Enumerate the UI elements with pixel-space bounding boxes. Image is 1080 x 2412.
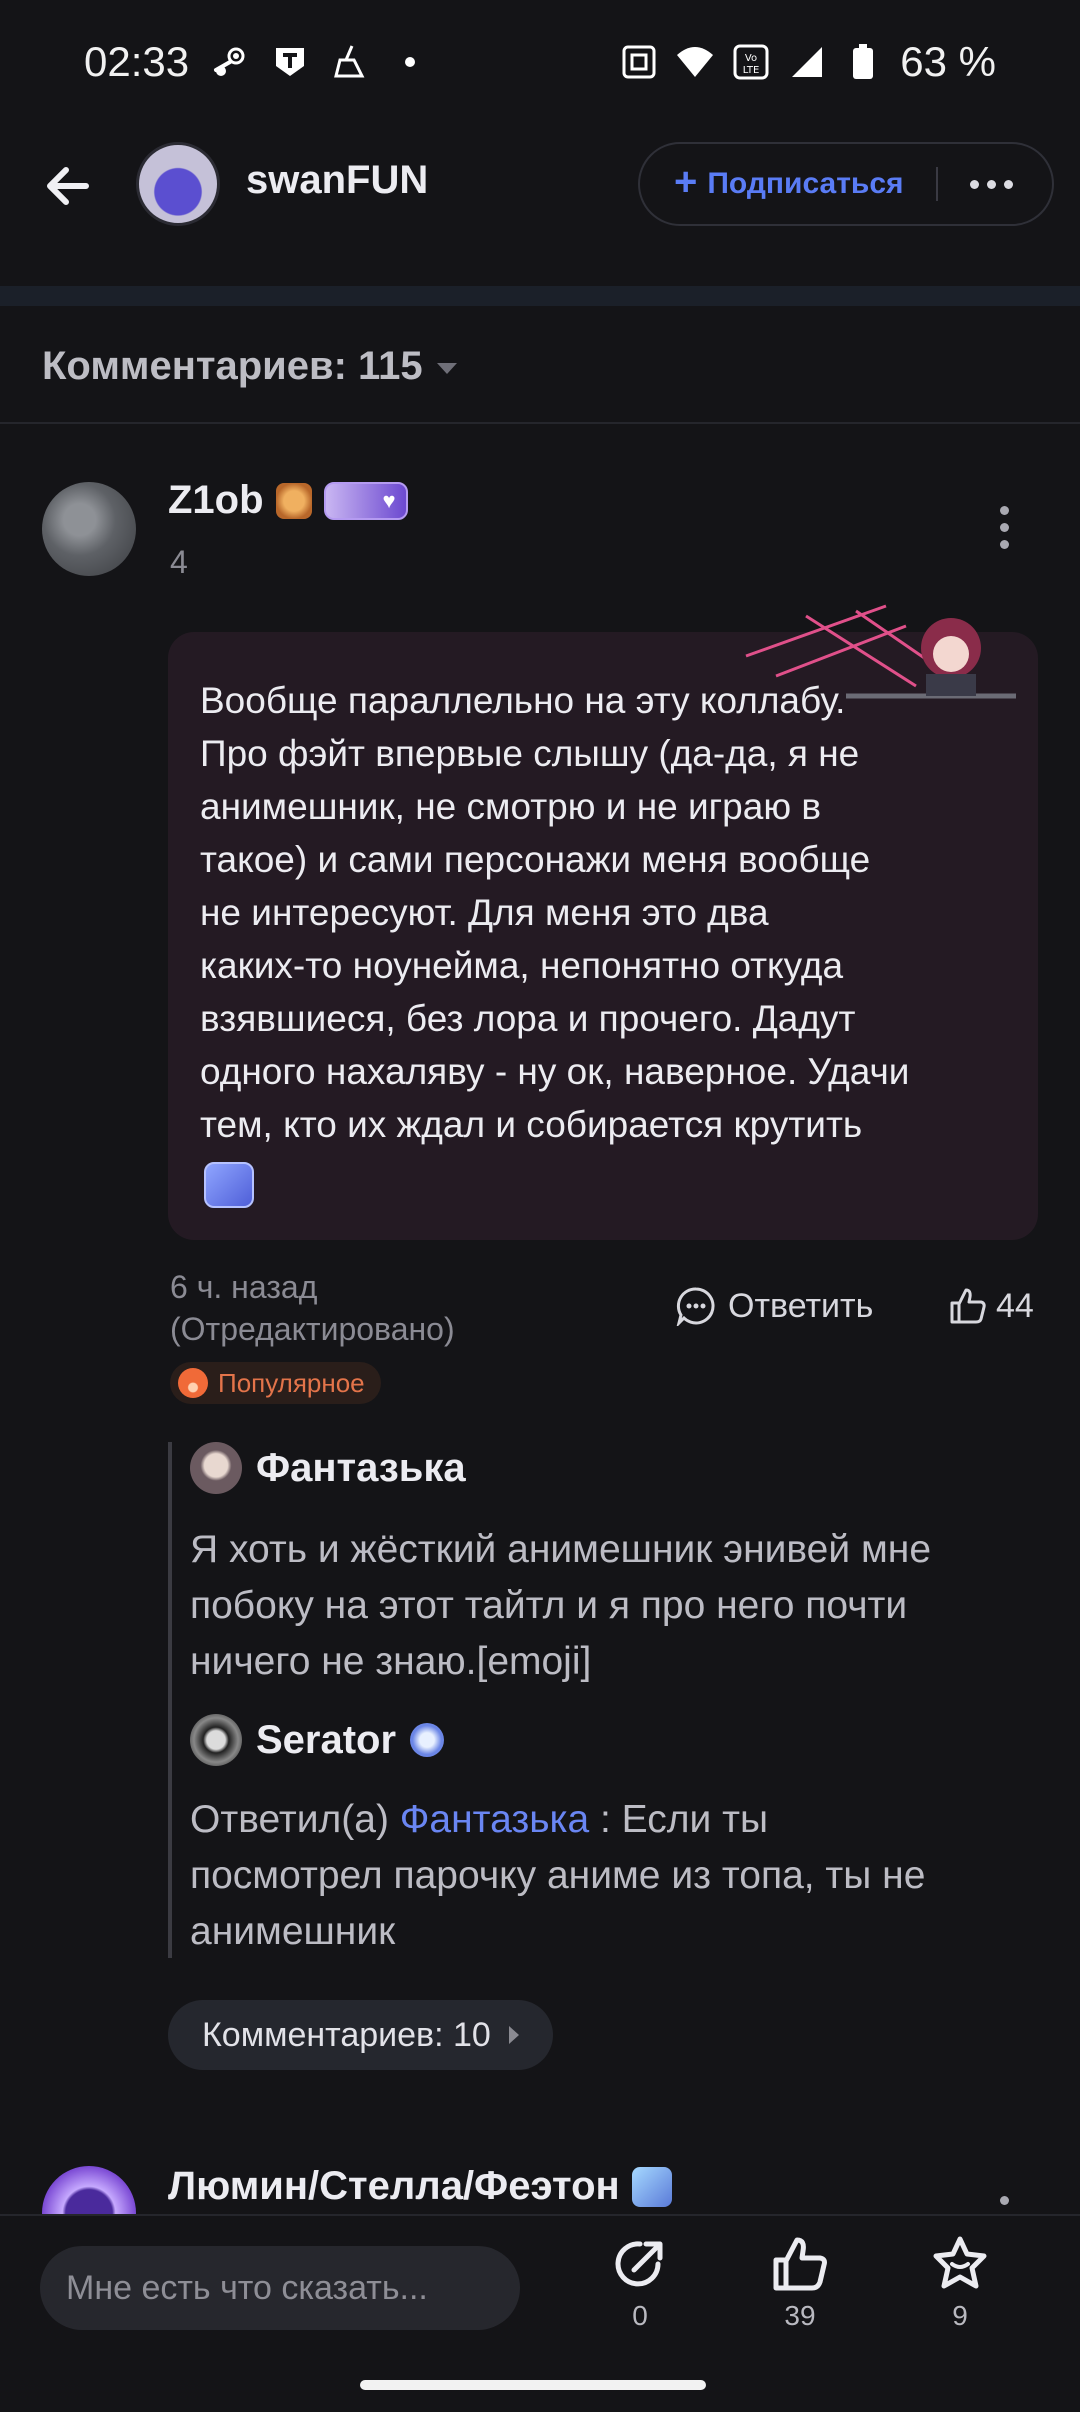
comments-sort-toggle[interactable]: Комментариев: 115 xyxy=(42,344,457,389)
reply-text: Ответил(а) Фантазька : Если ты посмотрел… xyxy=(190,1792,1040,1960)
top-app-bar: swanFUN + Подписаться xyxy=(0,128,1080,284)
volte-icon: Vo LTE xyxy=(732,43,770,81)
battery-percent: 63 % xyxy=(900,38,996,85)
user-title-badge-icon: ♥ xyxy=(323,481,408,520)
share-button[interactable]: 0 xyxy=(600,2234,680,2332)
comment-author-name: Люмин/Стелла/Феэтон xyxy=(168,2164,620,2208)
comment-input[interactable]: Мне есть что сказать... xyxy=(40,2246,520,2330)
divider xyxy=(935,167,938,201)
chat-bubble-icon xyxy=(676,1287,715,1326)
popular-badge: Популярное xyxy=(170,1362,381,1404)
more-dots-icon xyxy=(969,179,979,189)
comment-bubble: Вообще параллельно на эту коллабу. Про ф… xyxy=(168,604,1038,1240)
kebab-icon xyxy=(1000,506,1009,515)
subscribe-button[interactable]: + Подписаться xyxy=(640,144,904,224)
reply-author[interactable]: Фантазька xyxy=(190,1442,466,1494)
status-time: 02:33 xyxy=(84,38,190,85)
comment-author[interactable]: Z1ob ♥ xyxy=(168,478,408,523)
comment-like-count: 44 xyxy=(996,1286,1034,1325)
subscribe-label: Подписаться xyxy=(707,167,904,200)
broom-icon xyxy=(332,44,368,80)
reply-text: Я хоть и жёсткий анимешник энивей мне по… xyxy=(190,1528,932,1683)
comment-author[interactable]: Люмин/Стелла/Феэтон xyxy=(168,2164,672,2209)
reply-author-avatar xyxy=(190,1714,242,1766)
thumbs-up-icon xyxy=(773,2237,827,2291)
favorite-count: 9 xyxy=(952,2300,968,2331)
plus-icon: + xyxy=(674,160,698,204)
view-replies-label: Комментариев: 10 xyxy=(202,2015,491,2054)
share-count: 0 xyxy=(632,2300,648,2331)
fire-icon xyxy=(178,1368,208,1398)
wifi-icon xyxy=(676,43,714,81)
kebab-icon xyxy=(1000,2196,1009,2205)
header-actions: + Подписаться xyxy=(638,142,1054,226)
reply-button[interactable]: Ответить xyxy=(676,1286,873,1326)
comment-like-button[interactable]: 44 xyxy=(948,1286,1034,1326)
comments-count-label: Комментариев: 115 xyxy=(42,344,423,388)
svg-text:Vo: Vo xyxy=(745,53,757,64)
reply-prefix: Ответил(а) xyxy=(190,1798,400,1841)
arrow-left-icon xyxy=(47,167,89,205)
divider xyxy=(0,422,1080,424)
comment-text: Вообще параллельно на эту коллабу. Про ф… xyxy=(200,680,910,1145)
comment-input-placeholder: Мне есть что сказать... xyxy=(66,2268,428,2307)
share-icon xyxy=(615,2241,663,2287)
user-badge-icon xyxy=(275,482,312,519)
emoji-sticker-icon xyxy=(204,1162,254,1208)
comment-menu-button[interactable] xyxy=(1000,2196,1009,2205)
nfc-icon xyxy=(620,43,658,81)
reply-author-name: Serator xyxy=(256,1717,397,1762)
signal-icon xyxy=(788,43,826,81)
dot-icon xyxy=(392,44,428,80)
section-divider xyxy=(0,286,1080,306)
replies-preview[interactable]: Фантазька Я хоть и жёсткий анимешник эни… xyxy=(168,1442,1048,1958)
app-t-icon xyxy=(272,44,308,80)
thumbs-up-icon xyxy=(950,1288,986,1324)
svg-text:LTE: LTE xyxy=(743,65,760,76)
user-badge-icon xyxy=(410,1723,445,1757)
steam-icon xyxy=(212,44,248,80)
system-icons: Vo LTE 63 % xyxy=(620,38,996,86)
reply-author[interactable]: Serator xyxy=(190,1714,445,1766)
reply-mention-link[interactable]: Фантазька xyxy=(400,1798,589,1841)
battery-icon xyxy=(844,43,882,81)
star-icon xyxy=(933,2236,987,2289)
comment-menu-button[interactable] xyxy=(1000,506,1009,549)
view-replies-button[interactable]: Комментариев: 10 xyxy=(168,2000,553,2070)
reply-author-name: Фантазька xyxy=(256,1445,466,1490)
reply-author-avatar xyxy=(190,1442,242,1494)
channel-name[interactable]: swanFUN xyxy=(246,158,428,203)
notification-icons xyxy=(212,44,428,80)
channel-avatar[interactable] xyxy=(136,142,220,226)
favorite-button[interactable]: 9 xyxy=(920,2234,1000,2332)
caret-down-icon xyxy=(436,363,457,374)
like-count: 39 xyxy=(784,2300,816,2331)
home-indicator[interactable] xyxy=(360,2380,706,2390)
more-options-button[interactable] xyxy=(969,179,1013,189)
back-button[interactable] xyxy=(40,158,96,214)
comment-timestamp: 6 ч. назад (Отредактировано) xyxy=(170,1269,455,1347)
like-button[interactable]: 39 xyxy=(760,2234,840,2332)
popular-label: Популярное xyxy=(218,1367,365,1398)
caret-right-icon xyxy=(508,2026,519,2044)
status-bar: 02:33 Vo LTE 63 % xyxy=(0,0,1080,128)
user-badge-icon xyxy=(631,2166,672,2207)
comment-author-avatar[interactable] xyxy=(42,482,136,576)
comment-author-name: Z1ob xyxy=(168,478,264,522)
comment-author-level: 4 xyxy=(170,544,188,580)
reply-label: Ответить xyxy=(728,1286,874,1325)
